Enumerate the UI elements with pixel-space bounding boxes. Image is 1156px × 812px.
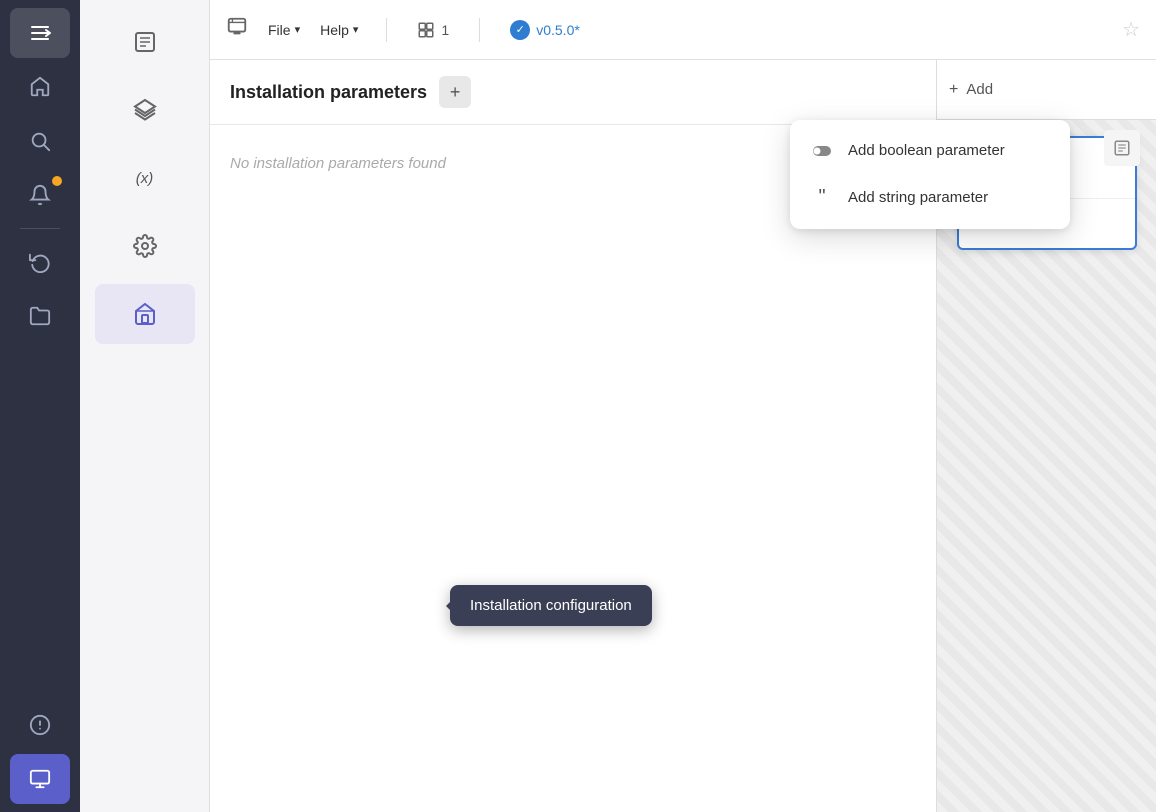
version-check-icon: ✓ xyxy=(510,20,530,40)
sidebar-item-menu[interactable] xyxy=(10,8,70,58)
right-panel-icon xyxy=(1104,130,1140,166)
notification-badge xyxy=(52,176,62,186)
sidebar-item-monitor[interactable] xyxy=(10,754,70,804)
panel-title: Installation parameters xyxy=(230,82,427,103)
topbar-divider-1 xyxy=(386,18,387,42)
sidebar-secondary: (x) xyxy=(80,0,210,812)
sec-item-layers[interactable] xyxy=(95,80,195,140)
favorite-button[interactable]: ☆ xyxy=(1122,17,1140,42)
sidebar-item-bell[interactable] xyxy=(10,170,70,220)
sec-item-formula[interactable]: (x) xyxy=(95,148,195,208)
add-col-label: Add xyxy=(966,81,993,98)
add-icon: + xyxy=(949,81,958,99)
boolean-icon xyxy=(810,145,834,157)
topbar-menu: File ▾ Help ▾ xyxy=(260,18,366,42)
sec-item-document[interactable] xyxy=(95,12,195,72)
sidebar-item-alert[interactable] xyxy=(10,700,70,750)
add-col-header: + Add xyxy=(937,60,1156,120)
sidebar-item-home[interactable] xyxy=(10,62,70,112)
topbar: File ▾ Help ▾ 1 ✓ v0.5.0* ☆ xyxy=(210,0,1156,60)
version-badge[interactable]: ✓ v0.5.0* xyxy=(500,16,590,44)
help-menu[interactable]: Help ▾ xyxy=(312,18,366,42)
content-area: Installation parameters + No installatio… xyxy=(210,60,1156,812)
main-area: File ▾ Help ▾ 1 ✓ v0.5.0* ☆ xyxy=(210,0,1156,812)
workspace-badge[interactable]: 1 xyxy=(407,17,459,43)
installation-config-tooltip: Installation configuration xyxy=(450,585,652,626)
window-icon[interactable] xyxy=(226,16,248,43)
sec-item-gear[interactable] xyxy=(95,216,195,276)
topbar-divider-2 xyxy=(479,18,480,42)
dropdown-menu: Add boolean parameter " Add string param… xyxy=(790,120,1070,229)
panel-header: Installation parameters + xyxy=(210,60,936,125)
add-string-parameter[interactable]: " Add string parameter xyxy=(790,173,1070,221)
string-icon: " xyxy=(810,187,834,207)
sec-item-store[interactable] xyxy=(95,284,195,344)
file-menu[interactable]: File ▾ xyxy=(260,18,308,42)
sidebar-narrow xyxy=(0,0,80,812)
sidebar-item-folder[interactable] xyxy=(10,291,70,341)
add-boolean-parameter[interactable]: Add boolean parameter xyxy=(790,128,1070,173)
sidebar-item-search[interactable] xyxy=(10,116,70,166)
sidebar-divider xyxy=(20,228,60,229)
add-parameter-button[interactable]: + xyxy=(439,76,471,108)
sidebar-item-history[interactable] xyxy=(10,237,70,287)
